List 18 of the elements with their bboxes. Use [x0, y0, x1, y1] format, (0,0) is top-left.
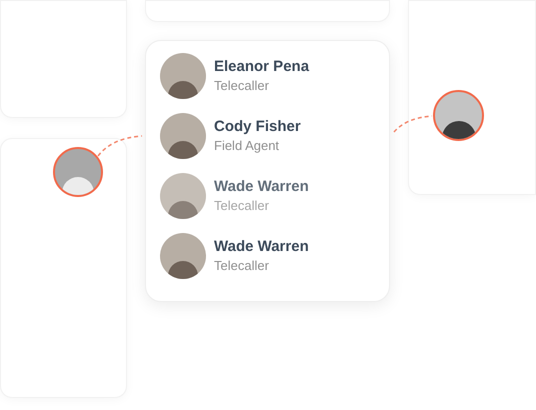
- contact-row[interactable]: Wade Warren Telecaller: [160, 173, 375, 219]
- contact-name: Eleanor Pena: [214, 57, 310, 77]
- contact-name: Wade Warren: [214, 177, 309, 197]
- contact-role: Field Agent: [214, 137, 280, 155]
- contact-role: Telecaller: [214, 197, 270, 215]
- dashed-connector: [392, 114, 434, 134]
- avatar: [160, 53, 206, 99]
- dashed-connector: [96, 134, 144, 158]
- contact-row[interactable]: Cody Fisher Field Agent: [160, 113, 375, 159]
- avatar: [160, 113, 206, 159]
- contact-name: Cody Fisher: [214, 117, 301, 137]
- avatar: [160, 173, 206, 219]
- contact-role: Telecaller: [214, 77, 270, 95]
- avatar: [160, 233, 206, 279]
- contact-row[interactable]: Eleanor Pena Telecaller: [160, 53, 375, 99]
- contact-row[interactable]: Wade Warren Telecaller: [160, 233, 375, 279]
- contact-role: Telecaller: [214, 257, 270, 275]
- contact-name: Wade Warren: [214, 237, 309, 257]
